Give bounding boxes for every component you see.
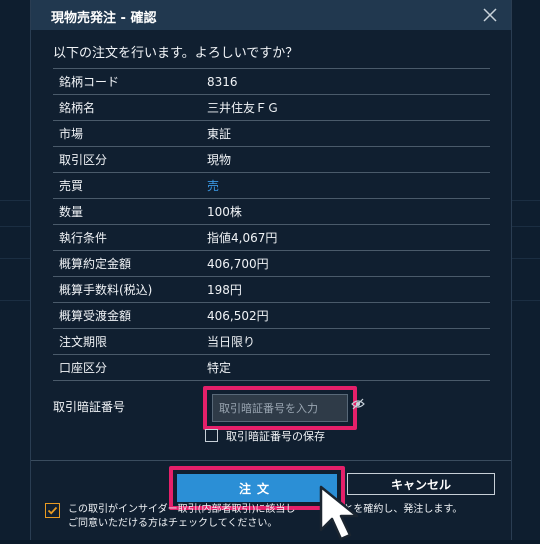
order-details-table: 銘柄コード 8316 銘柄名 三井住友ＦＧ 市場 東証 取引区分 現物 売買売 数量 10… <box>53 68 490 381</box>
confirm-prompt: 以下の注文を行います。よろしいですか？ <box>53 46 299 61</box>
detail-value: 198円 <box>207 276 490 303</box>
detail-row: 概算約定金額 406,700円 <box>53 250 490 277</box>
detail-row: 注文期限 当日限り <box>53 328 490 355</box>
detail-label: 概算受渡金額 <box>53 302 207 329</box>
divider <box>31 460 511 461</box>
detail-value: 当日限り <box>207 328 490 355</box>
detail-row: 銘柄コード 8316 <box>53 68 490 95</box>
detail-row: 取引区分 現物 <box>53 146 490 173</box>
detail-row: 概算受渡金額 406,502円 <box>53 302 490 329</box>
agreement-line-1: この取引がインサイダー取引(内部者取引)に該当し <box>68 504 296 515</box>
close-icon[interactable] <box>479 4 501 26</box>
detail-value: 406,502円 <box>207 302 490 329</box>
detail-label: 銘柄名 <box>53 94 207 121</box>
pin-label: 取引暗証番号 <box>53 400 126 414</box>
sell-value: 売 <box>207 172 490 199</box>
pin-input[interactable] <box>212 394 348 422</box>
detail-value: 三井住友ＦＧ <box>207 94 490 121</box>
dialog-titlebar: 現物売発注 - 確認 <box>31 0 511 30</box>
detail-label: 概算約定金額 <box>53 250 207 277</box>
insider-agreement-text: この取引がインサイダー取引(内部者取引)に該当し ことを確約し、発注します。 ご同… <box>68 503 488 531</box>
detail-label: 注文期限 <box>53 328 207 355</box>
mouse-pointer-icon <box>319 485 359 541</box>
detail-label: 概算手数料(税込) <box>53 276 207 303</box>
detail-row: 口座区分 特定 <box>53 354 490 381</box>
dialog-title: 現物売発注 - 確認 <box>51 11 157 26</box>
eye-icon[interactable] <box>351 397 365 411</box>
check-icon <box>47 506 58 515</box>
save-pin-row: 取引暗証番号の保存 <box>205 428 325 444</box>
insider-agreement-checkbox[interactable] <box>45 503 60 518</box>
detail-value: 東証 <box>207 120 490 147</box>
save-pin-label: 取引暗証番号の保存 <box>226 430 325 443</box>
detail-value: 指値4,067円 <box>207 224 490 251</box>
detail-label: 銘柄コード <box>53 68 207 95</box>
agreement-line-2: ご同意いただける方はチェックしてください。 <box>68 518 278 529</box>
detail-value: 現物 <box>207 146 490 173</box>
detail-row: 市場 東証 <box>53 120 490 147</box>
order-button[interactable]: 注文 <box>177 474 337 502</box>
order-confirm-dialog: 現物売発注 - 確認 以下の注文を行います。よろしいですか？ 銘柄コード 8316… <box>30 0 512 541</box>
detail-row: 執行条件 指値4,067円 <box>53 224 490 251</box>
detail-label: 執行条件 <box>53 224 207 251</box>
detail-value: 8316 <box>207 68 490 95</box>
detail-value: 100株 <box>207 198 490 225</box>
save-pin-checkbox[interactable] <box>205 429 218 442</box>
detail-label: 取引区分 <box>53 146 207 173</box>
detail-value: 特定 <box>207 354 490 381</box>
detail-row: 銘柄名 三井住友ＦＧ <box>53 94 490 121</box>
detail-label: 数量 <box>53 198 207 225</box>
detail-label: 売買 <box>53 172 207 199</box>
detail-label: 市場 <box>53 120 207 147</box>
detail-label: 口座区分 <box>53 354 207 381</box>
detail-row: 売買売 <box>53 172 490 199</box>
detail-row: 概算手数料(税込) 198円 <box>53 276 490 303</box>
detail-row: 数量 100株 <box>53 198 490 225</box>
pin-highlight <box>203 386 357 430</box>
detail-value: 406,700円 <box>207 250 490 277</box>
